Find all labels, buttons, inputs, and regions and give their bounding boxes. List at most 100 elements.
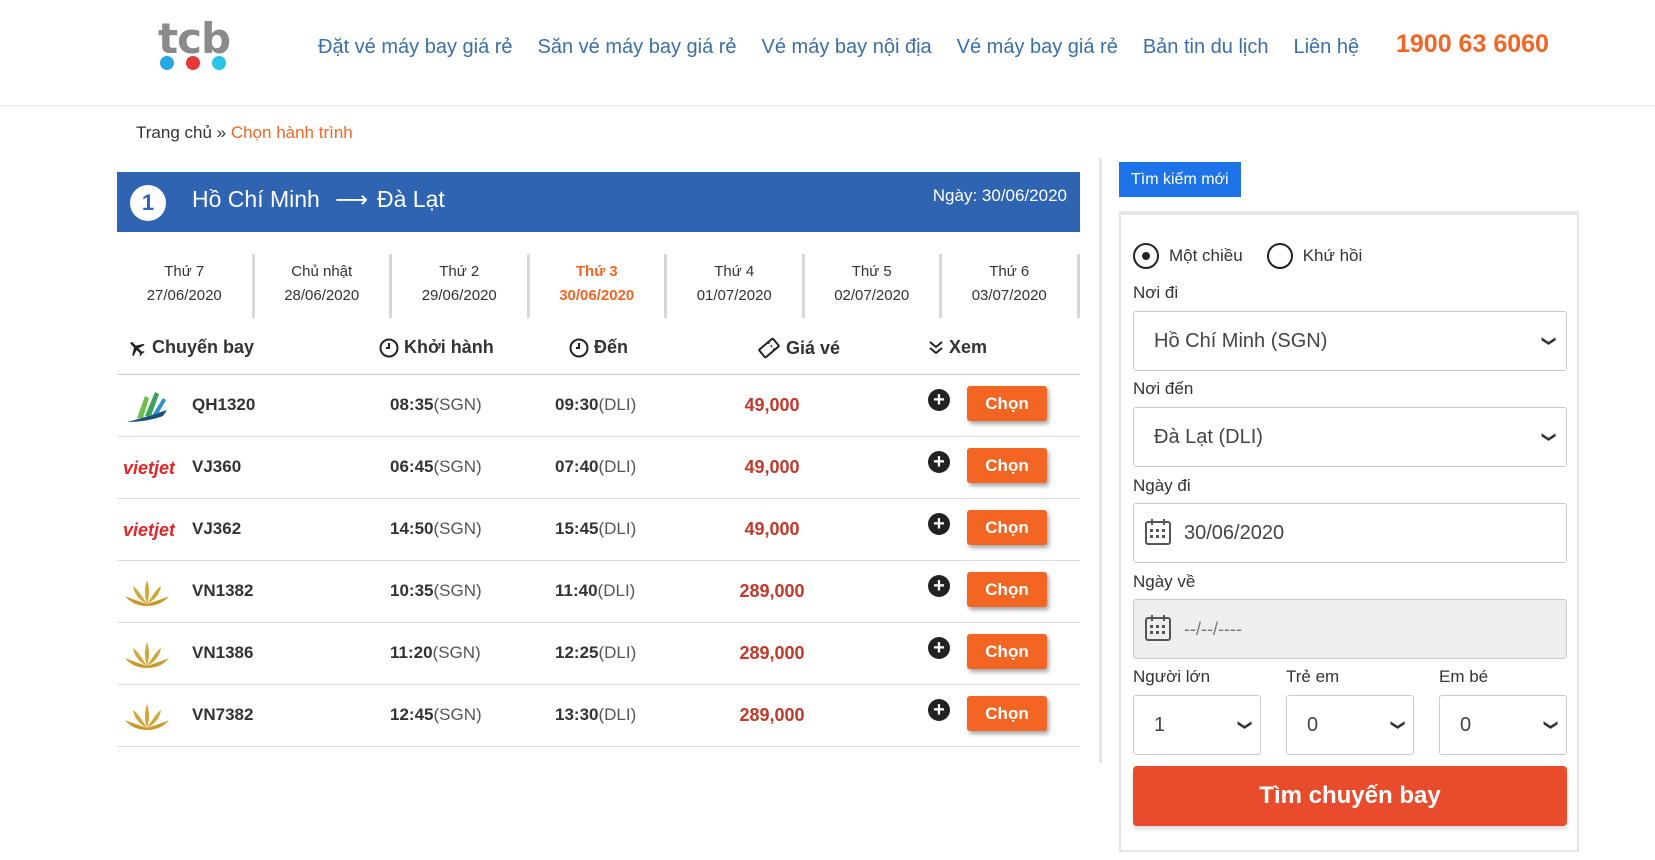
calendar-icon <box>1145 519 1171 545</box>
col-header-departure: Khởi hành <box>379 337 494 358</box>
nav-link-dat-ve[interactable]: Đặt vé máy bay giá rẻ <box>318 36 513 59</box>
date-tab[interactable]: Thứ 3 30/06/2020 <box>530 254 667 318</box>
ticket-icon <box>758 337 780 359</box>
departure-hour: 06:45 <box>390 457 434 476</box>
double-chevron-down-icon <box>929 340 943 354</box>
flight-row: vietjet VJ362 14:50(SGN) 15:45(DLI) 49,0… <box>117 499 1080 561</box>
nav-link-lien-he[interactable]: Liên hệ <box>1293 36 1359 59</box>
date-tab-date: 27/06/2020 <box>146 287 222 304</box>
select-flight-button[interactable]: Chọn <box>967 510 1047 545</box>
expand-plus-icon[interactable]: + <box>928 699 950 721</box>
logo-dot-cyan <box>212 56 226 70</box>
vietjet-logo-text: vietjet <box>123 520 175 540</box>
date-tab[interactable]: Thứ 2 29/06/2020 <box>392 254 530 318</box>
date-tab-day: Thứ 7 <box>164 263 205 280</box>
arrival-airport: (DLI) <box>598 643 637 662</box>
select-flight-button[interactable]: Chọn <box>967 634 1047 669</box>
vietnam-airlines-lotus-logo <box>123 698 171 734</box>
bamboo-airways-logo <box>123 388 171 424</box>
col-header-departure-label: Khởi hành <box>404 337 494 357</box>
radio-round-trip[interactable] <box>1266 243 1293 269</box>
date-tabs: Thứ 7 27/06/2020 Chủ nhật 28/06/2020 Thứ 2… <box>117 254 1080 318</box>
flight-price: 49,000 <box>744 519 800 539</box>
select-flight-button[interactable]: Chọn <box>967 448 1047 483</box>
flight-row: QH1320 08:35(SGN) 09:30(DLI) 49,000 + Ch… <box>117 375 1080 437</box>
arrival-time: 09:30(DLI) <box>555 395 636 415</box>
date-tab[interactable]: Chủ nhật 28/06/2020 <box>255 254 392 318</box>
arrival-hour: 15:45 <box>555 519 599 538</box>
arrival-hour: 09:30 <box>555 395 599 414</box>
date-tab-day: Thứ 6 <box>989 263 1030 280</box>
site-header: tcb Đặt vé máy bay giá rẻ Săn vé máy bay… <box>0 0 1655 106</box>
vietjet-logo: vietjet <box>123 512 176 548</box>
departure-hour: 14:50 <box>390 519 434 538</box>
flight-price: 49,000 <box>744 395 800 415</box>
route-destination: Đà Lạt <box>377 186 445 212</box>
route-date: Ngày: 30/06/2020 <box>932 186 1067 205</box>
select-flight-button[interactable]: Chọn <box>967 386 1047 421</box>
date-tab[interactable]: Thứ 6 03/07/2020 <box>942 254 1080 318</box>
date-tab[interactable]: Thứ 5 02/07/2020 <box>805 254 942 318</box>
col-header-arrival-label: Đến <box>594 337 629 357</box>
nav-link-noi-dia[interactable]: Vé máy bay nội địa <box>762 36 932 59</box>
breadcrumb-home[interactable]: Trang chủ <box>136 123 212 142</box>
expand-plus-icon[interactable]: + <box>928 389 950 411</box>
flight-code: QH1320 <box>192 395 256 414</box>
site-logo[interactable]: tcb <box>158 14 234 74</box>
select-flight-button[interactable]: Chọn <box>967 572 1047 607</box>
flight-list: QH1320 08:35(SGN) 09:30(DLI) 49,000 + Ch… <box>117 375 1080 747</box>
nav-link-gia-re[interactable]: Vé máy bay giá rẻ <box>957 36 1118 59</box>
search-flights-button[interactable]: Tìm chuyến bay <box>1133 766 1567 826</box>
depart-date-input[interactable]: 30/06/2020 <box>1133 503 1567 563</box>
date-tab[interactable]: Thứ 7 27/06/2020 <box>117 254 255 318</box>
radio-one-way[interactable] <box>1133 243 1159 269</box>
return-date-input[interactable]: --/--/---- <box>1133 599 1567 659</box>
nav-link-san-ve[interactable]: Săn vé máy bay giá rẻ <box>538 36 737 59</box>
destination-select[interactable]: Đà Lạt (DLI) ❯ <box>1133 407 1567 467</box>
flight-row: vietjet VJ360 06:45(SGN) 07:40(DLI) 49,0… <box>117 437 1080 499</box>
column-divider <box>1099 158 1102 763</box>
arrival-time: 11:40(DLI) <box>555 581 635 601</box>
flight-price: 49,000 <box>744 457 800 477</box>
departure-time: 12:45(SGN) <box>390 705 482 725</box>
nav-link-ban-tin[interactable]: Bản tin du lịch <box>1143 36 1269 59</box>
arrival-hour: 07:40 <box>555 457 599 476</box>
arrival-airport: (DLI) <box>598 705 637 724</box>
arrival-hour: 11:40 <box>555 581 598 600</box>
infants-select-value: 0 <box>1460 714 1472 736</box>
breadcrumb: Trang chủ » Chọn hành trình <box>136 123 353 143</box>
expand-plus-icon[interactable]: + <box>928 513 950 535</box>
vietnam-airlines-lotus-logo <box>123 636 171 672</box>
origin-select[interactable]: Hồ Chí Minh (SGN) ❯ <box>1133 311 1567 371</box>
flight-code: VN1386 <box>192 643 254 662</box>
clock-icon <box>569 338 589 357</box>
depart-date-label: Ngày đi <box>1133 476 1191 495</box>
adults-select-value: 1 <box>1154 714 1166 736</box>
select-flight-button[interactable]: Chọn <box>967 696 1047 731</box>
date-tab-day: Chủ nhật <box>291 263 353 280</box>
chevron-down-icon: ❯ <box>1391 719 1408 731</box>
col-header-flight: Chuyến bay <box>127 337 254 358</box>
date-tab-day: Thứ 4 <box>714 263 755 280</box>
expand-plus-icon[interactable]: + <box>928 575 950 597</box>
infants-select[interactable]: 0 ❯ <box>1439 695 1567 755</box>
new-search-tab[interactable]: Tìm kiếm mới <box>1119 162 1241 197</box>
date-tab[interactable]: Thứ 4 01/07/2020 <box>667 254 805 318</box>
radio-round-trip-label[interactable]: Khứ hồi <box>1303 246 1363 266</box>
col-header-view: Xem <box>928 337 987 358</box>
radio-one-way-label[interactable]: Một chiều <box>1169 246 1243 266</box>
expand-plus-icon[interactable]: + <box>928 451 950 473</box>
hotline-number[interactable]: 1900 63 6060 <box>1396 30 1549 59</box>
vietjet-logo-text: vietjet <box>123 458 175 478</box>
children-select[interactable]: 0 ❯ <box>1286 695 1414 755</box>
expand-plus-icon[interactable]: + <box>928 637 950 659</box>
date-tab-date: 03/07/2020 <box>971 287 1047 304</box>
col-header-price-label: Giá vé <box>786 337 841 358</box>
flight-price: 289,000 <box>739 705 805 725</box>
date-tab-day: Thứ 5 <box>851 263 892 280</box>
route-origin: Hồ Chí Minh <box>192 186 320 212</box>
flight-price: 289,000 <box>739 643 805 663</box>
date-tab-day: Thứ 2 <box>439 263 480 280</box>
adults-select[interactable]: 1 ❯ <box>1133 695 1261 755</box>
route-arrow-icon: ⟶ <box>335 186 368 212</box>
